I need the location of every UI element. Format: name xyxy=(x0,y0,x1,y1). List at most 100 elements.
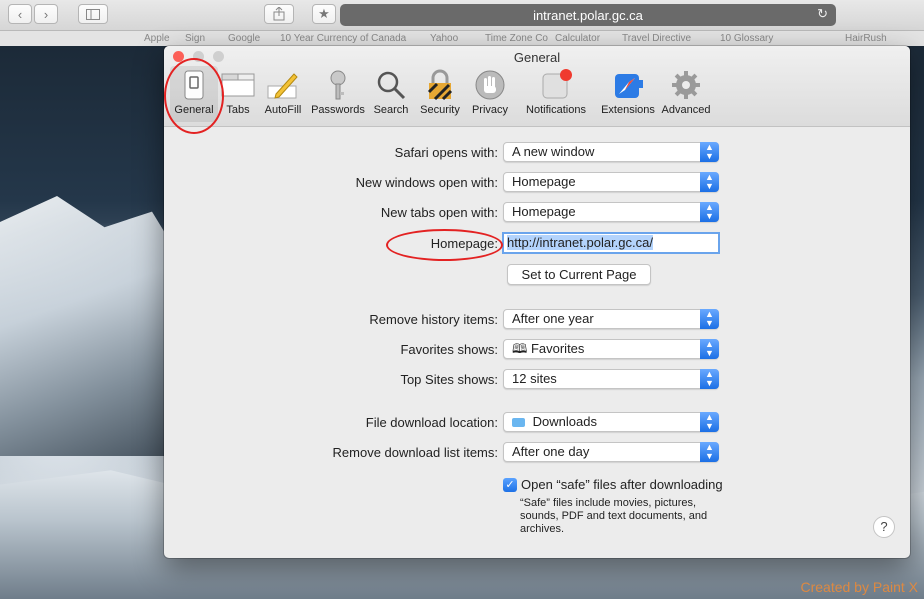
key-icon xyxy=(330,70,346,100)
watermark: Created by Paint X xyxy=(800,579,918,595)
bookmark-item[interactable]: Yahoo xyxy=(430,33,458,44)
remove-history-label: Remove history items: xyxy=(369,312,498,327)
checkmark-icon: ✓ xyxy=(505,479,515,491)
compass-icon xyxy=(615,74,643,98)
tab-label: General xyxy=(174,104,214,116)
tab-label: Tabs xyxy=(226,104,250,116)
set-current-page-button[interactable]: Set to Current Page xyxy=(507,264,651,285)
tab-label: Advanced xyxy=(661,104,711,116)
safari-opens-label: Safari opens with: xyxy=(394,145,498,160)
tab-label: Security xyxy=(420,104,460,116)
popup-value: After one year xyxy=(512,311,594,326)
tab-passwords[interactable]: Passwords xyxy=(308,66,368,122)
tab-privacy[interactable]: Privacy xyxy=(466,66,514,122)
back-button[interactable]: ‹ xyxy=(8,4,32,24)
help-button[interactable]: ? xyxy=(873,516,895,538)
note-line: “Safe” files include movies, pictures, xyxy=(520,497,697,509)
popup-arrows-icon: ▲ ▼ xyxy=(700,202,719,222)
popup-value: Homepage xyxy=(512,204,576,219)
note-line: archives. xyxy=(520,523,565,535)
tab-tabs[interactable]: Tabs xyxy=(218,66,258,122)
general-switch-icon xyxy=(184,70,204,100)
popup-arrows-icon: ▲ ▼ xyxy=(700,442,719,462)
bookmark-item[interactable]: 10 Year Currency of Canada xyxy=(280,33,406,44)
remove-download-label: Remove download list items: xyxy=(332,445,498,460)
reload-icon[interactable]: ↻ xyxy=(817,6,828,22)
remove-history-popup[interactable]: After one year ▲ ▼ xyxy=(503,309,719,329)
popup-arrows-icon: ▲ ▼ xyxy=(700,142,719,162)
popup-arrows-icon: ▲ ▼ xyxy=(700,412,719,432)
tab-label: Privacy xyxy=(471,104,509,116)
safari-opens-popup[interactable]: A new window ▲ ▼ xyxy=(503,142,719,162)
bookmark-item[interactable]: Time Zone Co xyxy=(485,33,548,44)
popup-value: After one day xyxy=(512,444,590,459)
open-safe-label[interactable]: Open “safe” files after downloading xyxy=(521,477,723,492)
popup-arrows-icon: ▲ ▼ xyxy=(700,309,719,329)
autofill-pencil-icon xyxy=(267,73,298,99)
new-windows-label: New windows open with: xyxy=(355,175,498,190)
homepage-value: http://intranet.polar.gc.ca/ xyxy=(507,235,653,250)
lock-icon xyxy=(427,69,453,101)
remove-download-popup[interactable]: After one day ▲ ▼ xyxy=(503,442,719,462)
search-icon xyxy=(377,71,406,100)
download-location-popup[interactable]: Downloads ▲ ▼ xyxy=(503,412,719,432)
open-safe-note: “Safe” files include movies, pictures, s… xyxy=(520,497,707,536)
tab-advanced[interactable]: Advanced xyxy=(658,66,714,122)
top-sites-label: Top Sites shows: xyxy=(400,372,498,387)
tab-autofill[interactable]: AutoFill xyxy=(258,66,308,122)
address-bar[interactable]: intranet.polar.gc.ca ↻ xyxy=(340,4,836,26)
homepage-label: Homepage: xyxy=(430,236,498,251)
tab-search[interactable]: Search xyxy=(368,66,414,122)
hand-icon xyxy=(475,70,505,100)
folder-icon xyxy=(512,418,525,427)
book-icon: 🕮 xyxy=(512,341,528,356)
homepage-input[interactable]: http://intranet.polar.gc.ca/ xyxy=(502,232,720,254)
sidebar-icon xyxy=(86,8,100,20)
popup-value: Downloads xyxy=(532,414,597,429)
window-title: General xyxy=(513,50,561,65)
new-tabs-popup[interactable]: Homepage ▲ ▼ xyxy=(503,202,719,222)
bookmarks-bar: Apple Sign Google 10 Year Currency of Ca… xyxy=(0,31,924,46)
bookmark-item[interactable]: 10 Glossary xyxy=(720,33,773,44)
forward-button[interactable]: › xyxy=(34,4,58,24)
popup-value: Favorites xyxy=(530,341,585,356)
ice-formation xyxy=(0,196,190,456)
new-windows-popup[interactable]: Homepage ▲ ▼ xyxy=(503,172,719,192)
bookmark-button[interactable]: ★ xyxy=(312,4,336,24)
open-safe-checkbox[interactable]: ✓ xyxy=(503,478,517,492)
note-line: sounds, PDF and text documents, and xyxy=(520,510,708,522)
tab-extensions[interactable]: Extensions xyxy=(598,66,658,122)
sidebar-toggle-button[interactable] xyxy=(78,4,108,24)
bookmark-item[interactable]: Travel Directive xyxy=(622,33,691,44)
tab-label: Search xyxy=(373,104,409,116)
notification-icon xyxy=(542,69,572,99)
share-button[interactable] xyxy=(264,4,294,24)
browser-toolbar: ‹ › ★ intranet.polar.gc.ca ↻ xyxy=(0,0,924,31)
tab-label: Notifications xyxy=(526,104,586,116)
favorites-shows-label: Favorites shows: xyxy=(400,342,498,357)
popup-arrows-icon: ▲ ▼ xyxy=(700,369,719,389)
bookmark-item[interactable]: HairRush xyxy=(845,33,887,44)
new-tabs-label: New tabs open with: xyxy=(380,205,498,220)
popup-value: Homepage xyxy=(512,174,576,189)
share-icon xyxy=(273,7,285,21)
favorites-shows-popup[interactable]: 🕮 Favorites ▲ ▼ xyxy=(503,339,719,359)
popup-value: A new window xyxy=(512,144,595,159)
tab-general[interactable]: General xyxy=(170,66,218,122)
tab-label: AutoFill xyxy=(264,104,302,116)
gear-icon xyxy=(672,71,700,99)
top-sites-popup[interactable]: 12 sites ▲ ▼ xyxy=(503,369,719,389)
popup-arrows-icon: ▲ ▼ xyxy=(700,172,719,192)
popup-arrows-icon: ▲ ▼ xyxy=(700,339,719,359)
download-location-label: File download location: xyxy=(365,415,498,430)
star-icon: ★ xyxy=(318,6,330,21)
tab-security[interactable]: Security xyxy=(414,66,466,122)
address-text: intranet.polar.gc.ca xyxy=(533,7,643,23)
bookmark-item[interactable]: Calculator xyxy=(555,33,600,44)
bookmark-item[interactable]: Apple xyxy=(144,33,170,44)
tab-notifications[interactable]: Notifications xyxy=(514,66,598,122)
bookmark-item[interactable]: Google xyxy=(228,33,260,44)
bookmark-item[interactable]: Sign xyxy=(185,33,205,44)
tab-label: Passwords xyxy=(311,104,365,116)
popup-value: 12 sites xyxy=(512,371,557,386)
